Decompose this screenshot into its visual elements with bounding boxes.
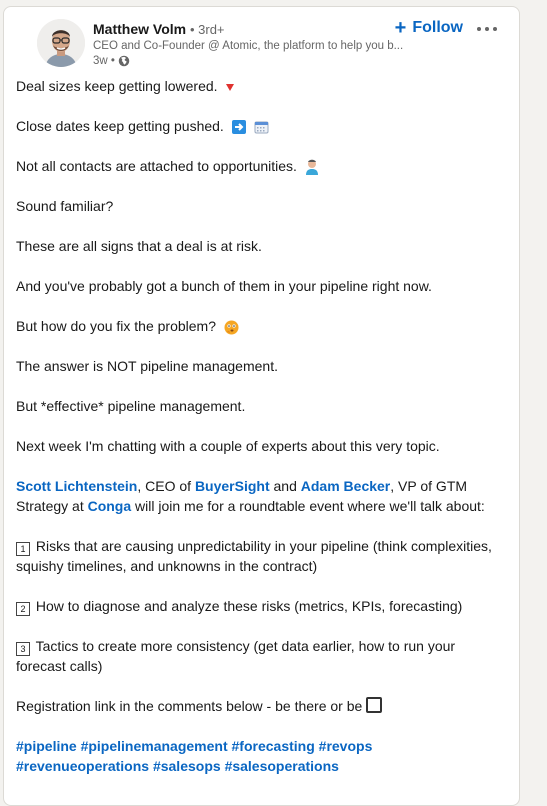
paragraph-text: , CEO of: [137, 478, 195, 494]
keycap-number-icon: 1: [16, 542, 30, 556]
list-item-text: Risks that are causing unpredictability …: [16, 538, 492, 574]
hashtag[interactable]: #pipeline: [16, 738, 77, 754]
empty-square-icon: [366, 697, 383, 713]
list-item: 2 How to diagnose and analyze these risk…: [16, 596, 506, 616]
paragraph: Registration link in the comments below …: [16, 696, 506, 716]
hashtag[interactable]: #salesoperations: [225, 758, 339, 774]
hashtag[interactable]: #revops: [319, 738, 373, 754]
ellipsis-dot: [493, 27, 497, 31]
hashtags: #pipeline #pipelinemanagement #forecasti…: [16, 736, 506, 776]
paragraph-text: Deal sizes keep getting lowered.: [16, 78, 218, 94]
post-body: Deal sizes keep getting lowered. Close d…: [16, 76, 506, 776]
list-item: 3 Tactics to create more consistency (ge…: [16, 636, 506, 676]
connection-degree: • 3rd+: [189, 22, 225, 37]
list-item: 1 Risks that are causing unpredictabilit…: [16, 536, 506, 576]
follow-label: Follow: [412, 19, 463, 36]
author-avatar[interactable]: [37, 19, 85, 67]
paragraph-text: Close dates keep getting pushed.: [16, 118, 224, 134]
calendar-icon: [254, 121, 269, 134]
right-arrow-icon: [231, 120, 246, 135]
list-item-text: Tactics to create more consistency (get …: [16, 638, 456, 674]
paragraph: Next week I'm chatting with a couple of …: [16, 438, 440, 454]
author-meta: Matthew Volm • 3rd+ CEO and Co-Founder @…: [93, 21, 433, 68]
paragraph: Not all contacts are attached to opportu…: [16, 156, 506, 176]
person-icon: [305, 160, 318, 176]
ellipsis-dot: [485, 27, 489, 31]
mention-scott-lichtenstein[interactable]: Scott Lichtenstein: [16, 478, 137, 494]
post-timestamp: 3w •: [93, 54, 433, 68]
author-headline: CEO and Co-Founder @ Atomic, the platfor…: [93, 40, 404, 52]
paragraph-text: and: [269, 478, 301, 494]
paragraph: Close dates keep getting pushed.: [16, 116, 506, 136]
paragraph: Deal sizes keep getting lowered.: [16, 76, 506, 96]
more-options-button[interactable]: [477, 27, 497, 31]
hashtag[interactable]: #pipelinemanagement: [81, 738, 228, 754]
ellipsis-dot: [477, 27, 481, 31]
post-time: 3w •: [93, 55, 115, 67]
paragraph: But *effective* pipeline management.: [16, 398, 246, 414]
follow-button[interactable]: + Follow: [394, 17, 463, 39]
paragraph-text: will join me for a roundtable event wher…: [131, 498, 485, 514]
paragraph: And you've probably got a bunch of them …: [16, 278, 432, 294]
hashtag[interactable]: #revenueoperations: [16, 758, 149, 774]
globe-icon: [118, 55, 130, 67]
post-header: Matthew Volm • 3rd+ CEO and Co-Founder @…: [20, 7, 505, 79]
paragraph: The answer is NOT pipeline management.: [16, 358, 278, 374]
list-item-text: How to diagnose and analyze these risks …: [35, 598, 463, 614]
paragraph: But how do you fix the problem?: [16, 316, 506, 336]
keycap-number-icon: 2: [16, 602, 30, 616]
hashtag[interactable]: #forecasting: [232, 738, 315, 754]
paragraph: Sound familiar?: [16, 198, 114, 214]
mentions-paragraph: Scott Lichtenstein, CEO of BuyerSight an…: [16, 476, 506, 516]
author-name-line: Matthew Volm • 3rd+: [93, 21, 433, 38]
plus-icon: +: [394, 17, 407, 39]
paragraph-text: Registration link in the comments below …: [16, 698, 363, 714]
paragraph: These are all signs that a deal is at ri…: [16, 238, 262, 254]
paragraph-text: But how do you fix the problem?: [16, 318, 217, 334]
mention-conga[interactable]: Conga: [88, 498, 132, 514]
mention-adam-becker[interactable]: Adam Becker: [301, 478, 391, 494]
author-name[interactable]: Matthew Volm: [93, 21, 186, 37]
hashtag[interactable]: #salesops: [153, 758, 221, 774]
mention-buyersight[interactable]: BuyerSight: [195, 478, 270, 494]
profile-photo-icon: [37, 19, 85, 67]
red-down-triangle-icon: [226, 84, 235, 92]
keycap-number-icon: 3: [16, 642, 30, 656]
paragraph-text: Not all contacts are attached to opportu…: [16, 158, 297, 174]
thinking-face-icon: [224, 320, 239, 335]
